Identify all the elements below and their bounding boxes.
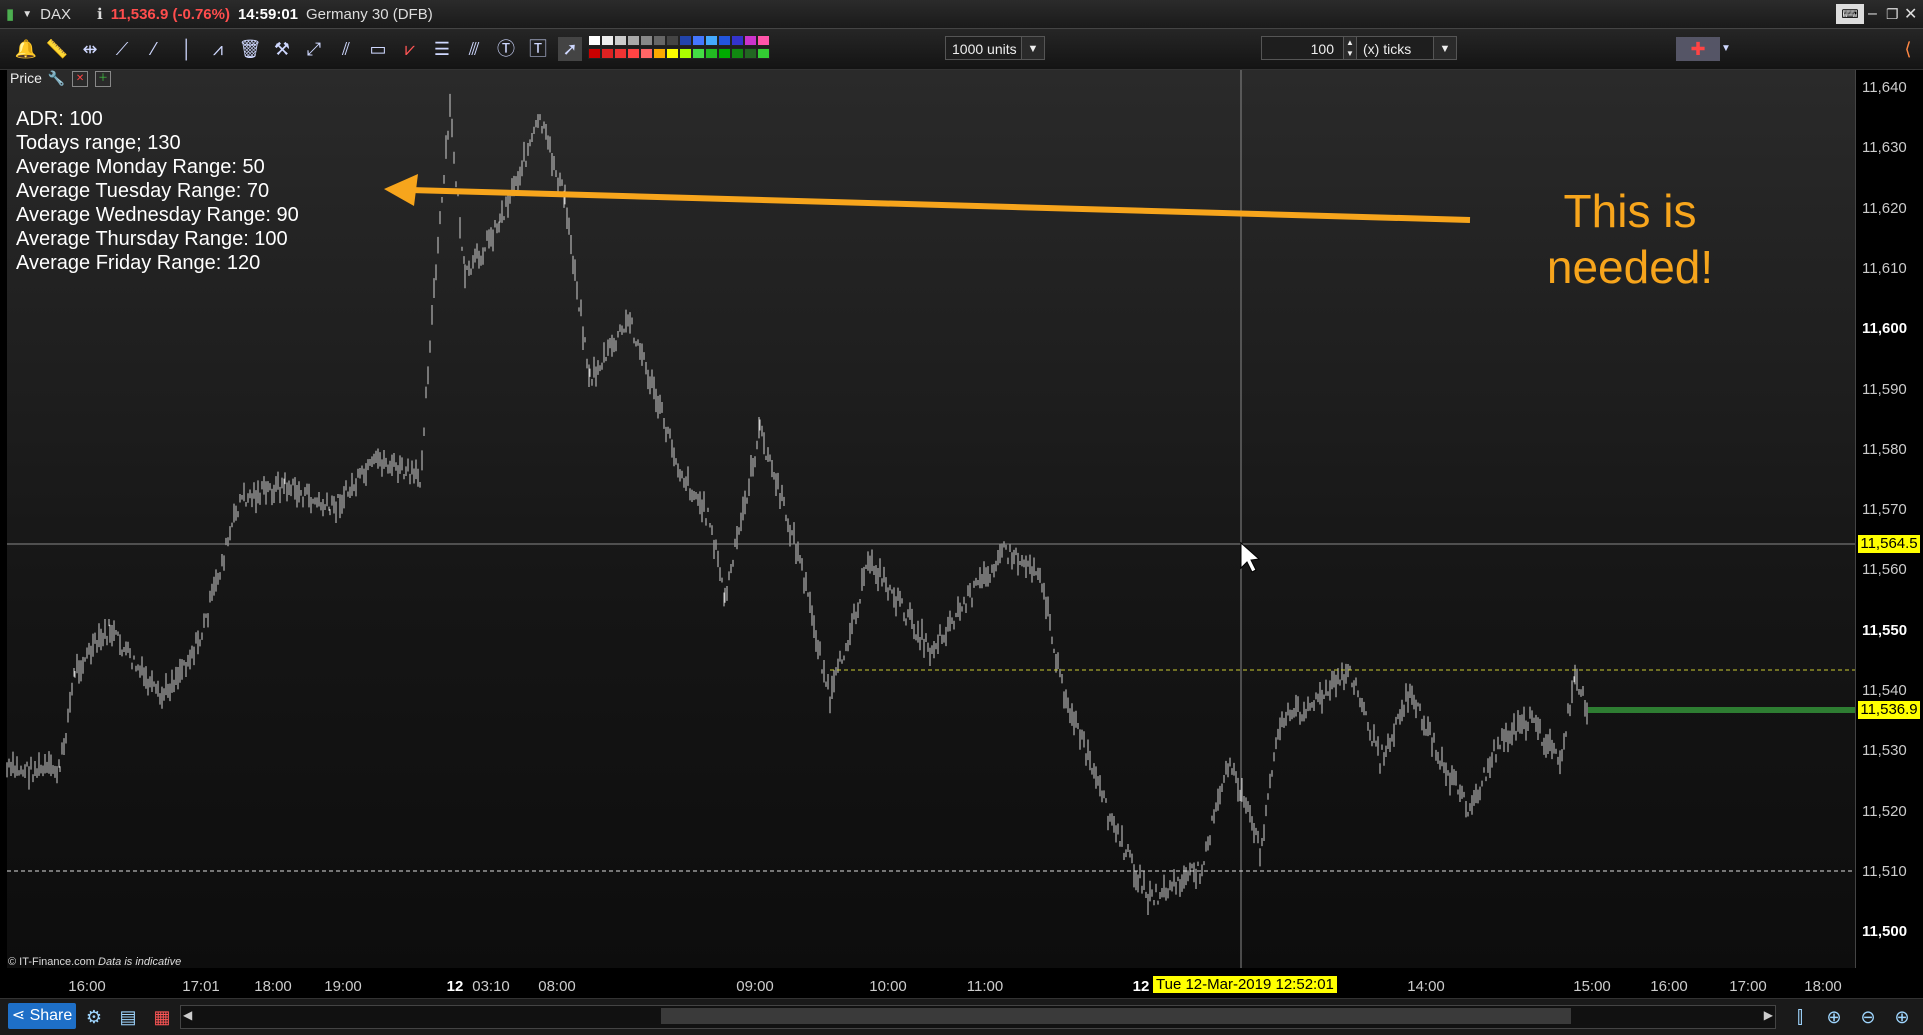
share-icon: ⋖ xyxy=(11,1007,26,1024)
stat-thursday: Average Thursday Range: 100 xyxy=(16,228,288,250)
bottom-bar: ⋖ Share ⚙ ▤ ▦ ◀ ▶ ⫿ ⊕ ⊖ ⊕ xyxy=(0,998,1923,1035)
price-tick-label: 11,500 xyxy=(1862,923,1908,941)
price-tick-label: 11,580 xyxy=(1862,440,1907,458)
stat-friday: Average Friday Range: 120 xyxy=(16,252,261,274)
time-tick-label: 18:00 xyxy=(1804,978,1842,995)
time-tick-label: 11:00 xyxy=(966,978,1004,995)
price-tick-label: 11,520 xyxy=(1862,802,1907,820)
time-tick-label: 12 xyxy=(446,978,464,995)
price-tick-label: 11,570 xyxy=(1862,501,1907,519)
time-tick-label: 12 xyxy=(1132,978,1150,995)
scroll-thumb[interactable] xyxy=(661,1008,1571,1024)
annotation-arrow-head xyxy=(384,174,418,206)
price-tick-label: 11,640 xyxy=(1862,79,1907,96)
crosshair-price-badge: 11,564.5 xyxy=(1858,535,1920,553)
stat-adr: ADR: 100 xyxy=(16,108,103,130)
mouse-cursor-icon xyxy=(1240,541,1261,573)
time-tick-label: 09:00 xyxy=(736,978,774,995)
price-tick-label: 11,530 xyxy=(1862,742,1907,760)
price-label-text: Price xyxy=(10,70,42,86)
copyright-notice: © IT-Finance.com Data is indicative xyxy=(8,956,181,968)
annotation-arrow xyxy=(409,187,1471,223)
time-tick-label: 10:00 xyxy=(869,978,907,995)
candle-type-icon[interactable]: ⫿ xyxy=(1788,1005,1812,1029)
crosshair-date-badge: Tue 12-Mar-2019 12:52:01 xyxy=(1153,976,1337,993)
price-tick-label: 11,600 xyxy=(1862,320,1908,338)
time-tick-label: 19:00 xyxy=(324,978,362,995)
price-tick-label: 11,590 xyxy=(1862,380,1907,398)
wrench-icon[interactable]: 🔧 xyxy=(48,70,65,86)
stat-tuesday: Average Tuesday Range: 70 xyxy=(16,180,270,202)
price-tick-label: 11,610 xyxy=(1862,259,1907,277)
stat-wednesday: Average Wednesday Range: 90 xyxy=(16,204,299,226)
share-label: Share xyxy=(29,1007,73,1024)
copyright-text: © IT-Finance.com xyxy=(8,956,95,968)
time-tick-label: 08:00 xyxy=(538,978,576,995)
zoom-fit-icon[interactable]: ⊕ xyxy=(1822,1005,1846,1029)
price-panel-label[interactable]: Price 🔧 ✕ ＋ xyxy=(10,70,112,88)
time-tick-label: 03:10 xyxy=(472,978,510,995)
remove-panel-icon[interactable]: ✕ xyxy=(72,71,89,88)
last-price-badge: 11,536.9 xyxy=(1858,701,1920,719)
time-tick-label: 16:00 xyxy=(68,978,106,995)
table-icon[interactable]: ▦ xyxy=(150,1005,174,1029)
indicative-text: Data is indicative xyxy=(98,956,182,968)
zoom-in-icon[interactable]: ⊕ xyxy=(1890,1005,1914,1029)
price-tick-label: 11,510 xyxy=(1862,862,1907,880)
scroll-left-icon[interactable]: ◀ xyxy=(183,1008,192,1022)
price-tick-label: 11,620 xyxy=(1862,199,1907,217)
chart-scrollbar[interactable]: ◀ ▶ xyxy=(180,1005,1776,1029)
time-tick-label: 15:00 xyxy=(1573,978,1611,995)
price-tick-label: 11,550 xyxy=(1862,621,1908,639)
stat-monday: Average Monday Range: 50 xyxy=(16,156,265,178)
annotation-callout: This is needed! xyxy=(1500,183,1760,295)
time-tick-label: 18:00 xyxy=(254,978,292,995)
share-button[interactable]: ⋖ Share xyxy=(8,1003,76,1029)
time-tick-label: 17:00 xyxy=(1729,978,1767,995)
add-panel-icon[interactable]: ＋ xyxy=(95,71,112,88)
price-tick-label: 11,560 xyxy=(1862,561,1907,579)
chart-settings-icon[interactable]: ⚙ xyxy=(82,1005,106,1029)
range-stats: ADR: 100 Todays range; 130 Average Monda… xyxy=(16,107,299,275)
stat-todays-range: Todays range; 130 xyxy=(16,132,181,154)
price-tick-label: 11,630 xyxy=(1862,139,1907,157)
callout-line-2: needed! xyxy=(1546,241,1714,293)
zoom-out-icon[interactable]: ⊖ xyxy=(1856,1005,1880,1029)
time-tick-label: 16:00 xyxy=(1650,978,1688,995)
list-icon[interactable]: ▤ xyxy=(116,1005,140,1029)
price-tick-label: 11,540 xyxy=(1862,682,1907,699)
scroll-right-icon[interactable]: ▶ xyxy=(1764,1008,1773,1022)
callout-line-1: This is xyxy=(1563,185,1697,237)
time-tick-label: 14:00 xyxy=(1407,978,1445,995)
time-tick-label: 17:01 xyxy=(182,978,220,995)
